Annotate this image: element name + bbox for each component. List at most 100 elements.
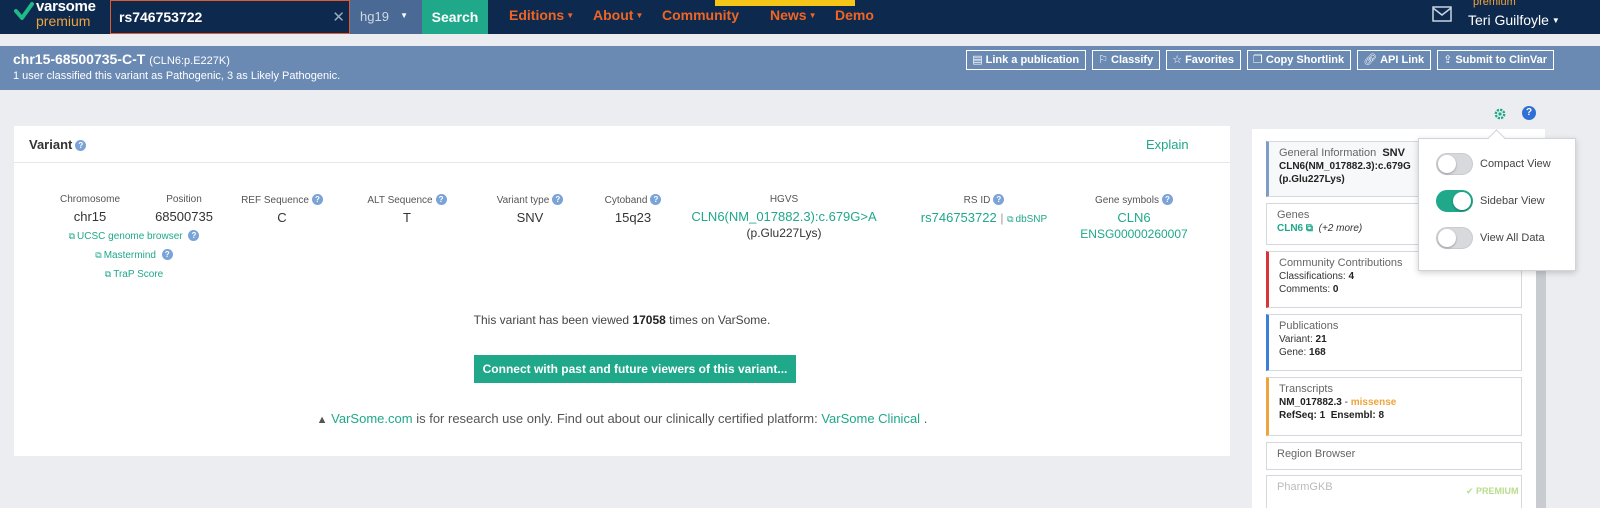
help-icon[interactable]: ? xyxy=(650,194,662,205)
external-link-icon: ⧉ xyxy=(68,231,76,241)
chevron-down-icon: ▼ xyxy=(1551,16,1560,25)
field-position: Position 68500735 xyxy=(144,194,224,224)
variant-header: chr15-68500735-C-T (CLN6:p.E227K) 1 user… xyxy=(0,46,1600,90)
variant-title: chr15-68500735-C-T (CLN6:p.E227K) xyxy=(13,51,230,67)
gene-link[interactable]: CLN6 xyxy=(1277,223,1303,234)
trap-score-link[interactable]: ⧉ TraP Score xyxy=(54,265,214,284)
alt-value: T xyxy=(403,210,411,225)
search-box: ✕ xyxy=(110,0,350,34)
logo-tier: premium xyxy=(36,13,91,29)
explain-link[interactable]: Explain xyxy=(1146,137,1189,152)
search-button[interactable]: Search xyxy=(422,0,488,34)
card-header: Variant? Explain xyxy=(14,126,1230,163)
help-icon[interactable]: ? xyxy=(435,194,447,205)
top-navbar: varsome premium ✕ hg19 ▼ Search Editions… xyxy=(0,0,1600,34)
help-icon[interactable]: ? xyxy=(188,230,200,241)
compact-view-toggle[interactable] xyxy=(1436,153,1473,175)
varsome-clinical-link[interactable]: VarSome Clinical xyxy=(821,411,920,426)
dbsnp-link[interactable]: ⧉ dbSNP xyxy=(1007,214,1047,225)
api-link-button[interactable]: 🔗︎ API Link xyxy=(1357,50,1432,70)
gear-icon[interactable] xyxy=(1493,107,1507,121)
user-tier: premium xyxy=(1473,0,1516,8)
ensembl-gene-link[interactable]: ENSG00000260007 xyxy=(1074,227,1194,241)
field-ref: REF Sequence? C xyxy=(232,194,332,225)
hgvs-protein: (p.Glu227Lys) xyxy=(746,226,822,240)
variant-actions: ▤ Link a publication ⚐ Classify ☆ Favorites… xyxy=(966,50,1554,70)
cytoband-value: 15q23 xyxy=(614,210,652,225)
view-count-text: This variant has been viewed 17058 times… xyxy=(473,313,771,327)
copy-icon: ❐ xyxy=(1253,54,1263,66)
external-link-icon: ⧉ xyxy=(104,269,112,279)
help-icon[interactable]: ? xyxy=(75,140,87,151)
card-title: Variant? xyxy=(29,137,87,152)
nav-news[interactable]: News ▼ xyxy=(770,7,817,23)
checkmark-logo-icon xyxy=(14,2,34,20)
ucsc-link[interactable]: ⧉ UCSC genome browser ? xyxy=(54,227,214,246)
ref-value: C xyxy=(277,210,287,225)
link-publication-button[interactable]: ▤ Link a publication xyxy=(966,50,1087,70)
view-all-data-option[interactable]: View All Data xyxy=(1436,227,1576,251)
rsid-separator: | xyxy=(1000,211,1004,225)
submit-clinvar-button[interactable]: ⇪ Submit to ClinVar xyxy=(1437,50,1554,70)
star-icon: ☆ xyxy=(1172,54,1183,66)
copy-shortlink-button[interactable]: ❐ Copy Shortlink xyxy=(1247,50,1352,70)
help-icon[interactable]: ? xyxy=(993,194,1005,205)
compact-view-option[interactable]: Compact View xyxy=(1436,153,1576,177)
external-links: ⧉ UCSC genome browser ? ⧉ Mastermind ? ⧉ Tr… xyxy=(54,227,214,284)
connect-viewers-button[interactable]: Connect with past and future viewers of … xyxy=(474,355,796,383)
variant-type-value: SNV xyxy=(516,210,544,225)
gene-link[interactable]: CLN6 xyxy=(1074,210,1194,225)
help-icon[interactable]: ? xyxy=(1161,194,1173,205)
variant-card: Variant? Explain Chromosome chr15 Positi… xyxy=(14,126,1230,456)
flag-icon: ⚐ xyxy=(1098,54,1108,66)
field-variant-type: Variant type? SNV xyxy=(480,194,580,225)
external-link-icon: ⧉ xyxy=(1007,214,1014,224)
external-link-icon: ⧉ xyxy=(95,250,102,260)
help-icon[interactable]: ? xyxy=(161,249,173,260)
field-cytoband: Cytoband? 15q23 xyxy=(588,194,678,225)
clear-search-icon[interactable]: ✕ xyxy=(332,8,345,26)
view-count: 17058 xyxy=(632,313,666,327)
field-rsid: RS ID? rs746753722 | ⧉ dbSNP xyxy=(920,194,1048,225)
classify-button[interactable]: ⚐ Classify xyxy=(1092,50,1161,70)
nav-editions[interactable]: Editions ▼ xyxy=(509,7,574,23)
user-menu[interactable]: Teri Guilfoyle ▼ xyxy=(1468,12,1560,28)
assembly-value: hg19 xyxy=(360,9,389,24)
upload-icon: ⇪ xyxy=(1443,54,1453,66)
varsome-link[interactable]: VarSome.com xyxy=(331,411,412,426)
chromosome-value: chr15 xyxy=(73,209,107,224)
sidebar-view-option[interactable]: Sidebar View xyxy=(1436,190,1576,214)
view-options-menu: Compact View Sidebar View View All Data xyxy=(1418,138,1576,271)
favorites-button[interactable]: ☆ Favorites xyxy=(1166,50,1241,70)
chevron-down-icon: ▼ xyxy=(400,11,408,20)
nav-about[interactable]: About ▼ xyxy=(593,7,643,23)
classification-summary: 1 user classified this variant as Pathog… xyxy=(13,70,341,82)
field-alt: ALT Sequence? T xyxy=(357,194,457,225)
help-icon[interactable]: ? xyxy=(311,194,323,205)
sidebar-view-toggle[interactable] xyxy=(1436,190,1473,212)
sidebar-item-region-browser[interactable]: Region Browser xyxy=(1266,442,1522,470)
nav-demo[interactable]: Demo xyxy=(835,7,874,23)
hgvs-link[interactable]: CLN6(NM_017882.3):c.679G>A xyxy=(689,209,879,224)
mail-icon[interactable] xyxy=(1432,6,1452,22)
disclaimer: ▲ VarSome.com is for research use only. … xyxy=(316,411,928,426)
help-icon[interactable]: ? xyxy=(1522,106,1536,120)
chevron-down-icon: ▼ xyxy=(566,11,575,20)
sidebar-item-transcripts[interactable]: Transcripts NM_017882.3 - missense RefSe… xyxy=(1266,377,1522,436)
field-gene-symbols: Gene symbols? CLN6 ENSG00000260007 xyxy=(1074,194,1194,241)
document-icon: ▤ xyxy=(972,54,983,66)
field-chromosome: Chromosome chr15 xyxy=(44,194,136,224)
search-input[interactable] xyxy=(119,6,319,28)
assembly-select[interactable]: hg19 ▼ xyxy=(350,0,422,34)
field-hgvs: HGVS CLN6(NM_017882.3):c.679G>A (p.Glu22… xyxy=(689,194,879,240)
mastermind-link[interactable]: ⧉ Mastermind ? xyxy=(54,246,214,265)
view-all-data-toggle[interactable] xyxy=(1436,227,1473,249)
nav-community[interactable]: Community xyxy=(662,7,739,23)
warning-icon: ▲ xyxy=(316,414,328,426)
rsid-link[interactable]: rs746753722 xyxy=(921,210,997,225)
chevron-down-icon: ▼ xyxy=(808,11,817,20)
position-value: 68500735 xyxy=(155,209,213,224)
variant-protein: (CLN6:p.E227K) xyxy=(149,55,230,67)
sidebar-item-publications[interactable]: Publications Variant: 21 Gene: 168 xyxy=(1266,314,1522,371)
help-icon[interactable]: ? xyxy=(552,194,564,205)
